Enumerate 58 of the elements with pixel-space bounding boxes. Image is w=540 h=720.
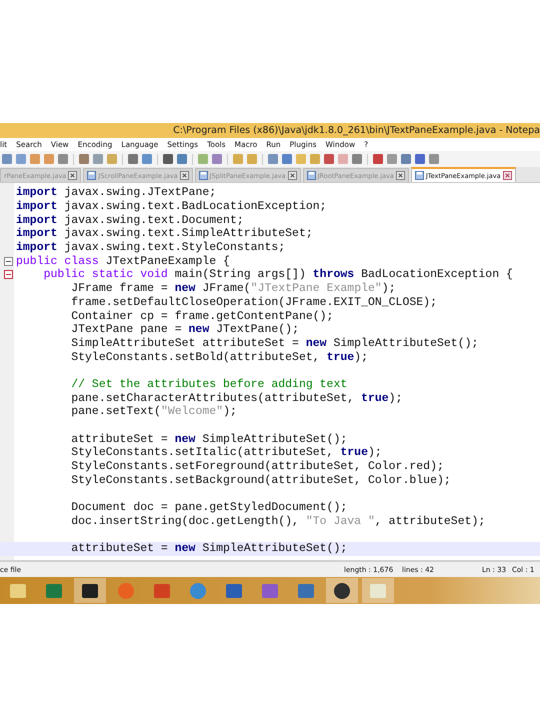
code-line: import javax.swing.text.StyleConstants; <box>16 241 286 254</box>
toolbar-icon[interactable] <box>267 153 279 165</box>
code-line: import javax.swing.text.SimpleAttributeSet; <box>16 227 313 240</box>
app-icon <box>116 580 136 600</box>
code-line: Document doc = pane.getStyledDocument(); <box>70 501 348 514</box>
toolbar-icon[interactable] <box>414 153 426 165</box>
toolbar-icon[interactable] <box>211 153 223 165</box>
code-line: StyleConstants.setForeground(attributeSet, Color.red); <box>70 460 444 474</box>
code-line: StyleConstants.setItalic(attributeSet, true); <box>70 446 382 460</box>
code-line: import javax.swing.text.Document; <box>16 214 244 227</box>
code-line: JTextPane pane = new JTextPane(); <box>70 323 299 336</box>
close-icon[interactable] <box>396 171 405 180</box>
fold-icon[interactable] <box>4 270 12 280</box>
toolbar-icon[interactable] <box>351 153 363 165</box>
toolbar-icon[interactable] <box>400 153 412 165</box>
code-line: StyleConstants.setBold(attributeSet, true); <box>70 350 368 364</box>
code-line: attributeSet = new SimpleAttributeSet(); <box>70 542 348 556</box>
app-icon <box>332 580 352 600</box>
toolbar-icon[interactable] <box>141 153 153 165</box>
close-icon[interactable] <box>180 171 189 180</box>
toolbar-icon[interactable] <box>281 153 293 165</box>
code-line: SimpleAttributeSet attributeSet = new SimpleAttributeSet(); <box>70 336 478 350</box>
code-line: import javax.swing.JTextPane; <box>16 186 216 200</box>
code-line: pane.setCharacterAttributes(attributeSet, true); <box>70 392 402 405</box>
toolbar-icon[interactable] <box>127 153 139 165</box>
code-line: import javax.swing.text.BadLocationException; <box>16 200 327 214</box>
toolbar-icon[interactable] <box>57 153 69 165</box>
taskbar-app[interactable] <box>326 578 358 603</box>
code-line: // Set the attributes before adding text <box>70 378 348 391</box>
fold-icon[interactable] <box>4 256 12 266</box>
file-icon <box>87 171 96 180</box>
taskbar-app[interactable] <box>74 578 106 603</box>
app-icon <box>188 580 208 600</box>
toolbar-icon[interactable] <box>176 153 188 165</box>
close-icon[interactable] <box>68 171 78 180</box>
file-icon <box>198 171 208 180</box>
code-line: StyleConstants.setBackground(attributeSet, Color.blue); <box>70 474 451 487</box>
file-icon <box>306 171 316 180</box>
close-icon[interactable] <box>288 171 297 180</box>
toolbar-icon[interactable] <box>162 153 174 165</box>
toolbar-icon[interactable] <box>323 153 335 165</box>
code-line: pane.setText("Welcome"); <box>70 405 237 418</box>
code-line: attributeSet = new SimpleAttributeSet(); <box>70 432 348 446</box>
code-line: Container cp = frame.getContentPane(); <box>70 310 334 323</box>
toolbar-icon[interactable] <box>386 153 398 165</box>
close-icon[interactable] <box>502 171 512 180</box>
toolbar-icon[interactable] <box>372 153 384 165</box>
code-line: public static void main(String args[]) throws BadLocationException { <box>42 268 513 282</box>
toolbar-icon[interactable] <box>78 153 90 165</box>
toolbar-icon[interactable] <box>428 153 440 165</box>
code-editor[interactable] <box>0 183 540 560</box>
code-line: doc.insertString(doc.getLength(), "To Java ", attributeSet); <box>70 514 486 528</box>
toolbar-icon[interactable] <box>1 153 13 165</box>
file-icon <box>414 171 424 180</box>
window-title: C:\Program Files (x86)\Java\jdk1.8.0_261\bin\JTextPaneExample.java - Notepa <box>173 125 540 136</box>
code-line: JFrame frame = new JFrame("JTextPane Example"); <box>70 282 396 296</box>
code-line: frame.setDefaultCloseOperation(JFrame.EXIT_ON_CLOSE); <box>70 296 437 309</box>
code-line: public class JTextPaneExample { <box>16 254 230 268</box>
